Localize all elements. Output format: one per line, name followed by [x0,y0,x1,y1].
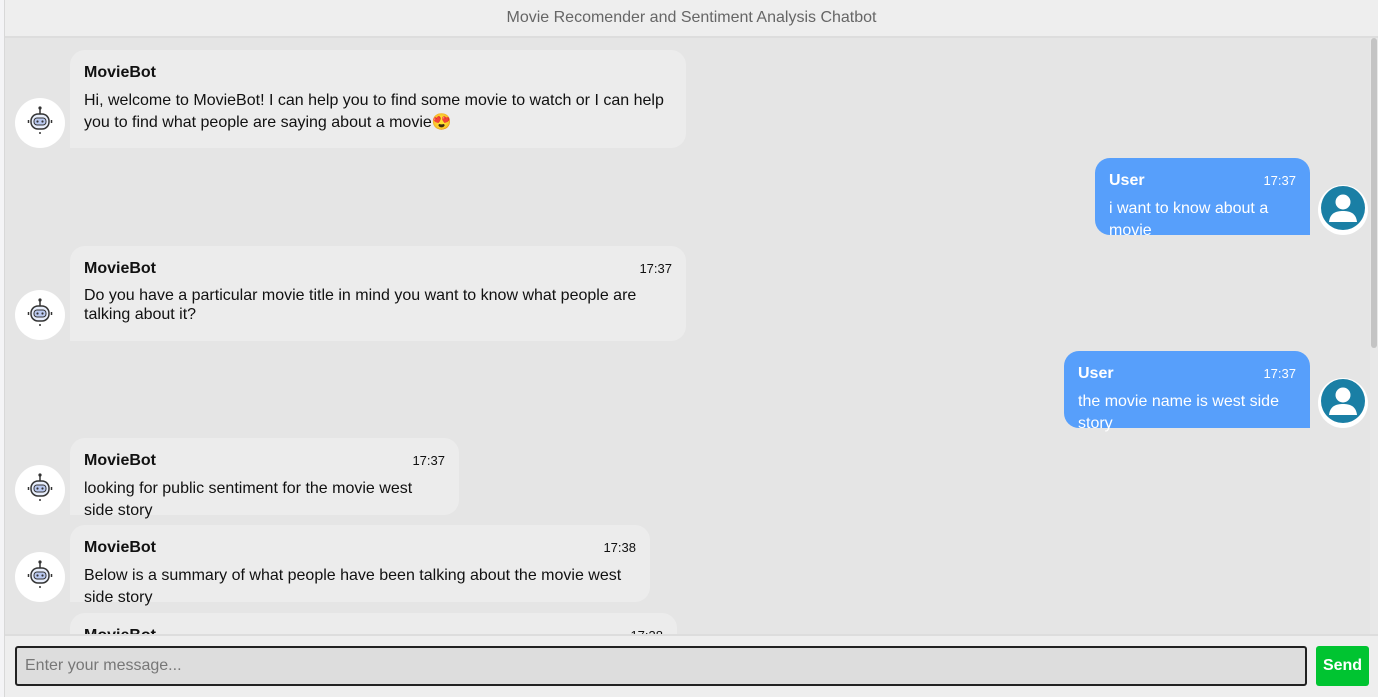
sender-name: MovieBot [84,539,156,556]
user-avatar [1318,185,1368,235]
message-bubble: User 17:37 the movie name is west side s… [1064,351,1310,432]
message-time: 17:38 [603,540,636,555]
chat-window: Movie Recomender and Sentiment Analysis … [4,0,1378,697]
message-text: i want to know about a movie [1109,200,1269,239]
message-bubble: MovieBot 17:38 Below is a summary of wha… [70,525,650,606]
message-time: 17:37 [412,453,445,468]
message-input[interactable] [15,646,1307,686]
smiling-face-heart-eyes-icon: 😍 [431,114,452,131]
person-icon [1320,378,1366,429]
sender-name: User [1078,365,1114,382]
message-bubble: MovieBot 17:38 [70,613,677,634]
chat-title: Movie Recomender and Sentiment Analysis … [506,9,877,26]
message-bubble: User 17:37 i want to know about a movie [1095,158,1310,239]
bot-avatar [15,290,65,340]
bot-avatar [15,465,65,515]
message-list[interactable]: MovieBot Hi, welcome to MovieBot! I can … [5,38,1375,634]
message-bubble: MovieBot Hi, welcome to MovieBot! I can … [70,50,686,148]
bot-avatar [15,98,65,148]
bot-avatar [15,552,65,602]
message-bubble: MovieBot 17:37 Do you have a particular … [70,246,686,341]
message-text: Hi, welcome to MovieBot! I can help you … [84,92,664,131]
message-time: 17:38 [630,625,663,634]
chat-scrollbar[interactable] [1370,38,1378,634]
message-text: the movie name is west side story [1078,393,1279,432]
sender-name: MovieBot [84,625,156,634]
sender-name: MovieBot [84,64,156,81]
send-button[interactable]: Send [1316,646,1369,686]
message-time: 17:37 [639,261,672,276]
scrollbar-thumb[interactable] [1371,38,1377,348]
sender-name: MovieBot [84,260,156,277]
message-text: Below is a summary of what people have b… [84,567,622,606]
person-icon [1320,185,1366,236]
message-text: looking for public sentiment for the mov… [84,480,413,519]
chat-header: Movie Recomender and Sentiment Analysis … [5,0,1378,38]
user-avatar [1318,378,1368,428]
robot-icon [27,105,53,141]
message-time: 17:37 [1263,366,1296,381]
sender-name: User [1109,172,1145,189]
message-input-area: Send [5,634,1378,697]
robot-icon [27,559,53,595]
robot-icon [27,297,53,333]
message-text: Do you have a particular movie title in … [84,287,637,323]
robot-icon [27,472,53,508]
message-bubble: MovieBot 17:37 looking for public sentim… [70,438,459,519]
message-time: 17:37 [1263,173,1296,188]
sender-name: MovieBot [84,452,156,469]
